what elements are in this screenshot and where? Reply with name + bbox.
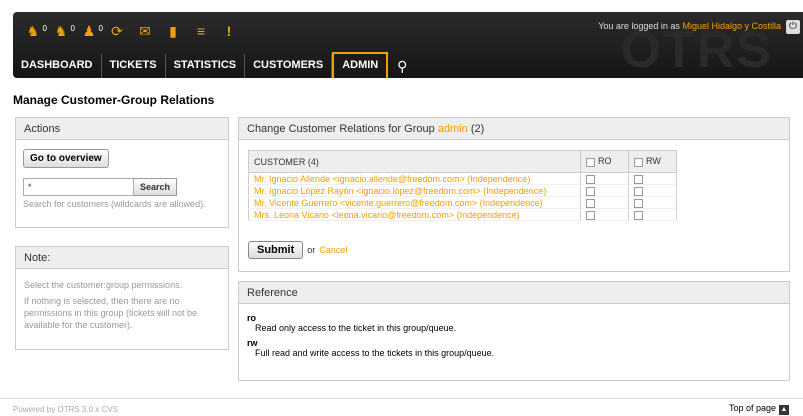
rw-checkbox[interactable] xyxy=(634,210,643,220)
search-icon[interactable]: ⚲ xyxy=(388,54,416,78)
nav-admin[interactable]: ADMIN xyxy=(332,52,389,78)
ro-checkbox[interactable] xyxy=(586,210,595,220)
top-of-page-link[interactable]: Top of page ▲ xyxy=(729,403,789,415)
main-nav: DASHBOARD TICKETS STATISTICS CUSTOMERS A… xyxy=(13,52,416,78)
refresh-icon[interactable]: ⟳ xyxy=(107,20,127,42)
ro-checkbox[interactable] xyxy=(586,186,595,196)
search-input[interactable] xyxy=(23,178,134,196)
user-name-link[interactable]: Miguel Hidalgo y Costilla xyxy=(682,21,781,31)
arrow-up-icon: ▲ xyxy=(779,405,789,415)
customer-link[interactable]: Mr. Ignacio Allende <ignacio.allende@fre… xyxy=(248,172,581,185)
page-title: Manage Customer-Group Relations xyxy=(13,93,215,107)
logged-in-label: You are logged in as xyxy=(598,21,680,31)
table-row: Mr. Vicente Guerrero <vicente.guerrero@f… xyxy=(248,196,677,209)
logged-in-info: You are logged in as Miguel Hidalgo y Co… xyxy=(598,21,781,31)
actions-heading: Actions xyxy=(16,118,228,140)
or-label: or xyxy=(307,245,316,255)
ro-description: Read only access to the ticket in this g… xyxy=(255,323,457,333)
go-to-overview-button[interactable]: Go to overview xyxy=(23,149,109,168)
customer-link[interactable]: Mrs. Leona Vicario <leona.vicario@freedo… xyxy=(248,208,581,221)
header: OTRS ♞ 0 ♞ 0 ♟ 0 ⟳ ✉ ▮ ≡ ! You are logged i… xyxy=(0,0,803,82)
note-box: Note: Select the customer:group permissi… xyxy=(15,246,229,350)
table-row: Mr. Ignacio Allende <ignacio.allende@fre… xyxy=(248,172,677,185)
table-row: Mrs. Leona Vicario <leona.vicario@freedo… xyxy=(248,208,677,221)
rw-description: Full read and write access to the ticket… xyxy=(255,348,495,358)
ro-term: ro xyxy=(247,313,256,323)
col-ro: RO xyxy=(580,150,629,173)
rw-checkbox[interactable] xyxy=(634,186,643,196)
nav-statistics[interactable]: STATISTICS xyxy=(166,54,246,78)
col-rw: RW xyxy=(628,150,677,173)
folder-icon[interactable]: ▮ xyxy=(163,20,183,42)
nav-dashboard[interactable]: DASHBOARD xyxy=(13,54,102,78)
ro-all-checkbox[interactable] xyxy=(586,157,595,167)
customer-link[interactable]: Mr. Ignacio López Rayón <ignacio.lopez@f… xyxy=(248,184,581,197)
actions-box: Actions Go to overview Search Search for… xyxy=(15,117,229,228)
top-bar: OTRS ♞ 0 ♞ 0 ♟ 0 ⟳ ✉ ▮ ≡ ! You are logged i… xyxy=(13,12,803,79)
relations-box: Change Customer Relations for Group admi… xyxy=(238,117,790,272)
customer-link[interactable]: Mr. Vicente Guerrero <vicente.guerrero@f… xyxy=(248,196,581,209)
note-line-2: If nothing is selected, then there are n… xyxy=(24,296,198,330)
search-hint: Search for customers (wildcards are allo… xyxy=(23,199,206,209)
email-icon[interactable]: ✉ xyxy=(135,20,155,42)
rw-all-checkbox[interactable] xyxy=(634,157,643,167)
relations-heading: Change Customer Relations for Group admi… xyxy=(239,118,789,140)
footer: Powered by OTRS 3.0.x CVS Top of page ▲ xyxy=(0,398,803,416)
alert-icon[interactable]: ! xyxy=(219,20,239,42)
reference-box: Reference ro Read only access to the tic… xyxy=(238,281,790,381)
search-row: Search xyxy=(23,178,221,196)
rw-checkbox[interactable] xyxy=(634,198,643,208)
group-link[interactable]: admin xyxy=(438,123,468,135)
logout-icon[interactable]: ⏻ xyxy=(786,20,800,34)
ticket-locked-icon[interactable]: ♞ 0 xyxy=(23,20,47,42)
submit-button[interactable]: Submit xyxy=(248,241,304,259)
col-customer: CUSTOMER (4) xyxy=(248,150,581,173)
note-heading: Note: xyxy=(16,247,228,269)
ro-checkbox[interactable] xyxy=(586,174,595,184)
note-line-1: Select the customer:group permissions. xyxy=(24,280,183,290)
ro-checkbox[interactable] xyxy=(586,198,595,208)
submit-row: Submit or Cancel xyxy=(248,241,347,259)
rw-term: rw xyxy=(247,338,258,348)
table-row: Mr. Ignacio López Rayón <ignacio.lopez@f… xyxy=(248,184,677,197)
powered-by: Powered by OTRS 3.0.x CVS xyxy=(13,405,118,414)
list-icon[interactable]: ≡ xyxy=(191,20,211,42)
nav-tickets[interactable]: TICKETS xyxy=(102,54,166,78)
ticket-responsible-icon[interactable]: ♟ 0 xyxy=(79,20,103,42)
nav-customers[interactable]: CUSTOMERS xyxy=(245,54,333,78)
ticket-watched-icon[interactable]: ♞ 0 xyxy=(51,20,75,42)
search-button[interactable]: Search xyxy=(134,178,178,196)
cancel-link[interactable]: Cancel xyxy=(319,245,347,255)
rw-checkbox[interactable] xyxy=(634,174,643,184)
reference-heading: Reference xyxy=(239,282,789,304)
relations-table: CUSTOMER (4) RO RW Mr. Ignacio Allende <… xyxy=(248,150,677,221)
toolbar: ♞ 0 ♞ 0 ♟ 0 ⟳ ✉ ▮ ≡ ! xyxy=(23,20,247,44)
